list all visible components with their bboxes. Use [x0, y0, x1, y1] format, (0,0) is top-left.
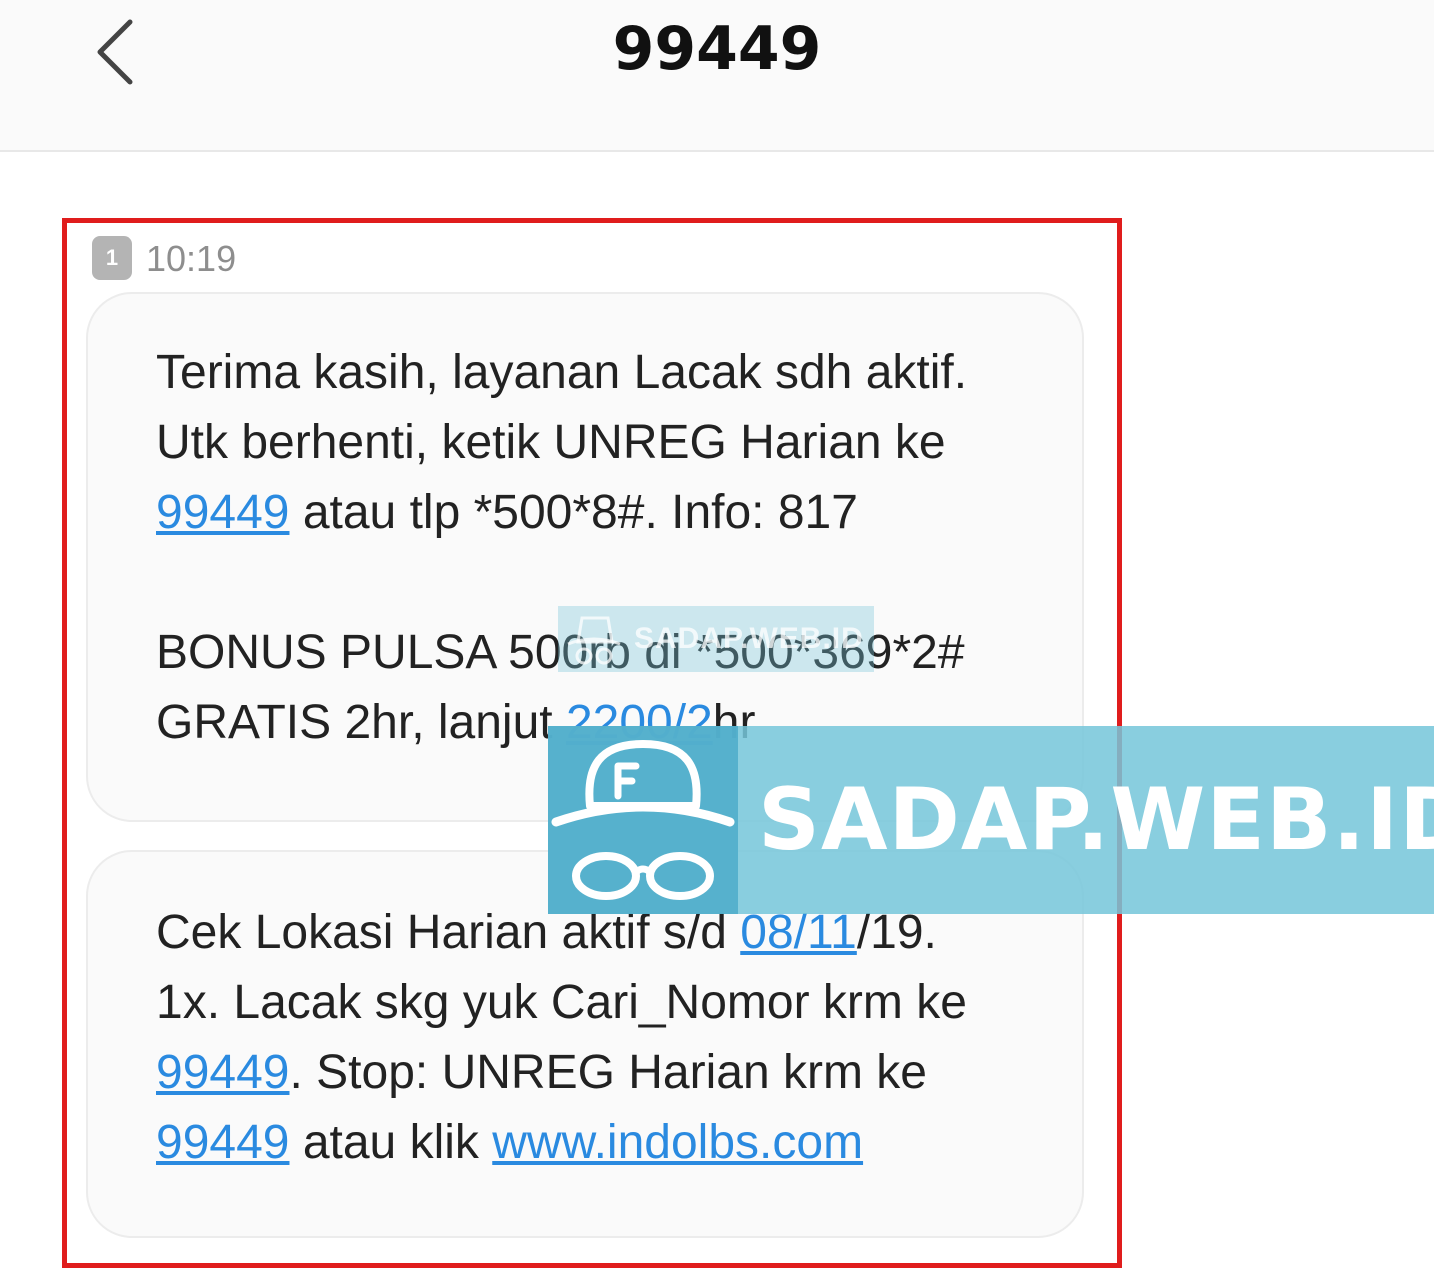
message-text: Terima kasih, layanan Lacak sdh aktif. Ut…	[156, 338, 1056, 758]
spy-hat-glasses-icon	[551, 740, 735, 900]
message-segment: Terima kasih, layanan Lacak sdh aktif.	[156, 346, 968, 399]
message-text: Cek Lokasi Harian aktif s/d 08/11/19. 1x.…	[156, 898, 1056, 1178]
message-segment: atau tlp *500*8#. Info: 817	[289, 486, 858, 539]
watermark-logo	[548, 726, 738, 914]
message-segment: GRATIS 2hr, lanjut	[156, 696, 566, 749]
message-line: 99449 atau tlp *500*8#. Info: 817	[156, 478, 1056, 548]
message-link[interactable]: www.indolbs.com	[492, 1116, 863, 1169]
watermark-faint-text: SADAP.WEB.ID	[634, 622, 864, 655]
watermark-faint: SADAP.WEB.ID	[558, 606, 874, 672]
message-line: 1x. Lacak skg yuk Cari_Nomor krm ke	[156, 968, 1056, 1038]
spy-hat-icon	[567, 616, 621, 665]
message-segment: . Stop: UNREG Harian krm ke	[289, 1046, 927, 1099]
message-line: 99449 atau klik www.indolbs.com	[156, 1108, 1056, 1178]
watermark-banner: SADAP.WEB.ID	[548, 726, 1434, 914]
message-line: Utk berhenti, ketik UNREG Harian ke	[156, 408, 1056, 478]
message-segment: Utk berhenti, ketik UNREG Harian ke	[156, 416, 946, 469]
watermark-text: SADAP.WEB.ID	[758, 770, 1434, 870]
message-time: 10:19	[146, 238, 237, 279]
sim-badge: 1	[92, 236, 132, 280]
message-line: 99449. Stop: UNREG Harian krm ke	[156, 1038, 1056, 1108]
message-segment: 1x. Lacak skg yuk Cari_Nomor krm ke	[156, 976, 967, 1029]
message-segment: atau klik	[289, 1116, 493, 1169]
app-header: 99449	[0, 0, 1434, 152]
message-link[interactable]: 99449	[156, 486, 289, 539]
message-line: Terima kasih, layanan Lacak sdh aktif.	[156, 338, 1056, 408]
message-link[interactable]: 99449	[156, 1116, 289, 1169]
message-link[interactable]: 99449	[156, 1046, 289, 1099]
conversation-title: 99449	[612, 14, 822, 84]
